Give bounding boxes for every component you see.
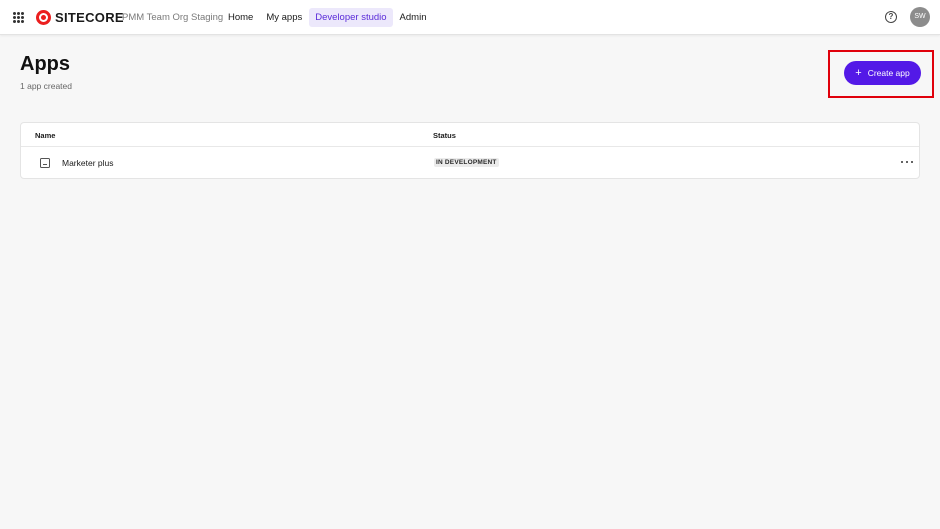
apps-count: 1 app created bbox=[20, 81, 72, 91]
create-app-button[interactable]: + Create app bbox=[844, 61, 921, 85]
sitecore-logo[interactable]: SITECORE bbox=[36, 9, 124, 26]
plus-icon: + bbox=[855, 66, 862, 79]
column-header-status[interactable]: Status bbox=[433, 131, 456, 140]
create-app-label: Create app bbox=[867, 68, 910, 78]
logo-text: SITECORE bbox=[55, 10, 124, 25]
nav-home[interactable]: Home bbox=[222, 8, 259, 27]
nav-admin[interactable]: Admin bbox=[394, 8, 433, 27]
page-title: Apps bbox=[20, 53, 70, 75]
image-icon bbox=[40, 158, 50, 168]
status-badge: IN DEVELOPMENT bbox=[434, 158, 499, 167]
nav-my-apps[interactable]: My apps bbox=[260, 8, 308, 27]
table-header: Name Status bbox=[21, 123, 919, 147]
apps-table: Name Status Marketer plus IN DEVELOPMENT bbox=[20, 122, 920, 179]
table-row[interactable]: Marketer plus IN DEVELOPMENT bbox=[21, 147, 919, 179]
main-nav: Home My apps Developer studio Admin bbox=[222, 8, 433, 27]
organization-name[interactable]: PMM Team Org Staging bbox=[122, 12, 223, 23]
app-switcher-grid-icon[interactable] bbox=[13, 12, 24, 23]
more-horizontal-icon[interactable] bbox=[901, 157, 913, 167]
user-avatar[interactable]: SW bbox=[910, 7, 930, 27]
column-header-name[interactable]: Name bbox=[35, 131, 55, 140]
nav-developer-studio[interactable]: Developer studio bbox=[309, 8, 393, 27]
top-navigation-bar: SITECORE PMM Team Org Staging Home My ap… bbox=[0, 0, 940, 35]
help-icon[interactable]: ? bbox=[885, 11, 897, 23]
app-name[interactable]: Marketer plus bbox=[62, 158, 114, 168]
sitecore-logo-icon bbox=[36, 10, 51, 25]
